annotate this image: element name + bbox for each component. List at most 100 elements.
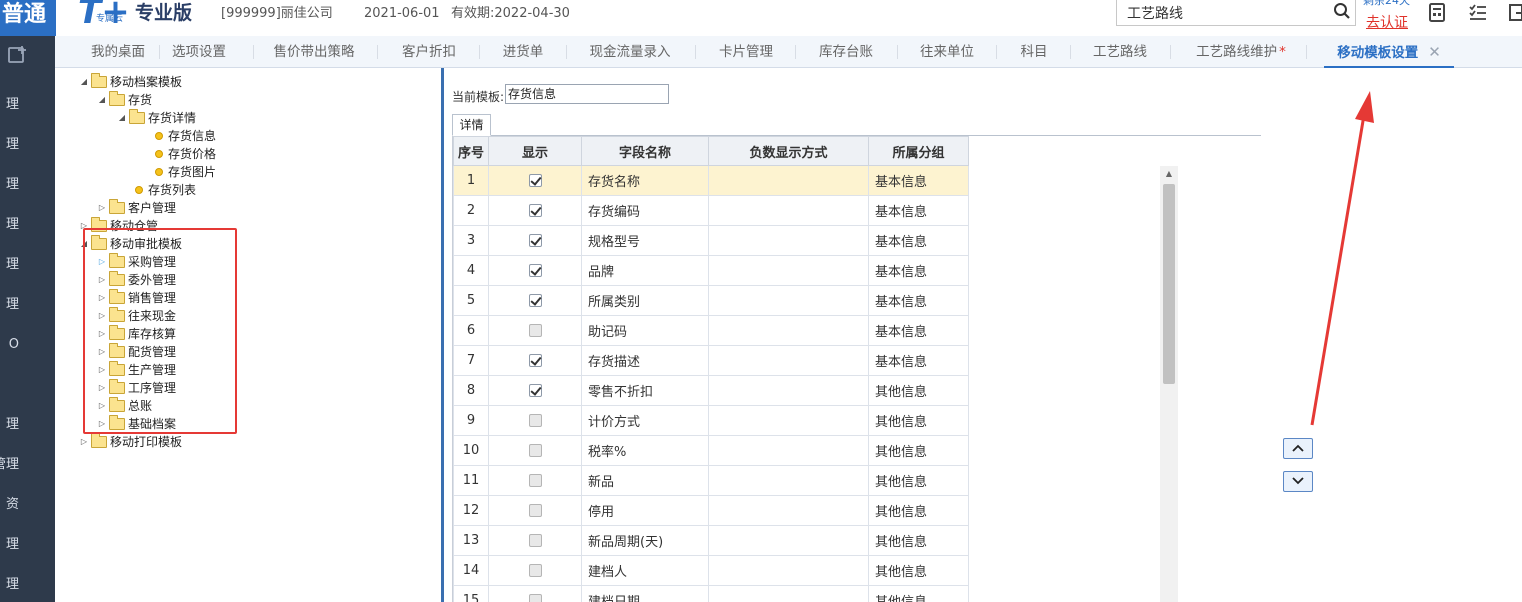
cell-show[interactable] [488, 165, 582, 196]
tree-node[interactable]: ◢ 存货详情 [117, 109, 196, 127]
show-checkbox[interactable] [528, 564, 542, 577]
show-checkbox[interactable] [528, 474, 542, 487]
sidebar-item[interactable]: 理 [0, 535, 55, 555]
cell-negative-display[interactable] [708, 315, 869, 346]
cell-show[interactable] [488, 195, 582, 226]
show-checkbox[interactable] [528, 234, 542, 247]
tab-process-route[interactable]: 工艺路线 [1090, 36, 1150, 68]
cell-negative-display[interactable] [708, 375, 869, 406]
move-up-button[interactable] [1283, 438, 1313, 459]
cell-negative-display[interactable] [708, 225, 869, 256]
scroll-up-arrow-icon[interactable]: ▲ [1160, 168, 1178, 180]
cell-negative-display[interactable] [708, 405, 869, 436]
expand-toggle-icon[interactable]: ▷ [97, 199, 107, 217]
certify-link[interactable]: 去认证 [1366, 12, 1408, 32]
sidebar-item[interactable]: 理 [0, 215, 55, 235]
tree-node[interactable]: ◢ 移动档案模板 [79, 73, 182, 91]
col-header-group[interactable]: 所属分组 [868, 136, 969, 166]
show-checkbox[interactable] [528, 264, 542, 277]
table-row[interactable]: 8 零售不折扣 其他信息 [453, 375, 969, 406]
cell-show[interactable] [488, 405, 582, 436]
tab-card-management[interactable]: 卡片管理 [716, 36, 776, 68]
cell-show[interactable] [488, 225, 582, 256]
show-checkbox[interactable] [528, 204, 542, 217]
sidebar-item[interactable]: 理 [0, 135, 55, 155]
exit-icon[interactable] [1508, 3, 1522, 23]
table-row[interactable]: 1 存货名称 基本信息 [453, 165, 969, 196]
col-header-no[interactable]: 序号 [453, 136, 489, 166]
table-row[interactable]: 10 税率% 其他信息 [453, 435, 969, 466]
cell-negative-display[interactable] [708, 585, 869, 602]
table-row[interactable]: 11 新品 其他信息 [453, 465, 969, 496]
show-checkbox[interactable] [528, 414, 542, 427]
sidebar-item[interactable]: 管理 [0, 455, 55, 475]
cell-negative-display[interactable] [708, 285, 869, 316]
show-checkbox[interactable] [528, 444, 542, 457]
sidebar-item[interactable]: 理 [0, 575, 55, 595]
col-header-show[interactable]: 显示 [488, 136, 582, 166]
sidebar-item[interactable]: 理 [0, 415, 55, 435]
show-checkbox[interactable] [528, 594, 542, 602]
tab-cashflow-entry[interactable]: 现金流量录入 [586, 36, 674, 68]
show-checkbox[interactable] [528, 294, 542, 307]
table-row[interactable]: 15 建档日期 其他信息 [453, 585, 969, 602]
sidebar-item[interactable]: 理 [0, 255, 55, 275]
cell-negative-display[interactable] [708, 345, 869, 376]
collapse-toggle-icon[interactable]: ◢ [97, 91, 107, 109]
search-icon[interactable] [1333, 2, 1351, 20]
show-checkbox[interactable] [528, 354, 542, 367]
cell-negative-display[interactable] [708, 165, 869, 196]
tab-process-route-maintenance[interactable]: 工艺路线维护 * [1192, 36, 1290, 68]
show-checkbox[interactable] [528, 384, 542, 397]
table-row[interactable]: 6 助记码 基本信息 [453, 315, 969, 346]
expand-toggle-icon[interactable]: ▷ [79, 433, 89, 451]
close-icon[interactable]: ✕ [1428, 43, 1441, 61]
cell-show[interactable] [488, 495, 582, 526]
table-row[interactable]: 3 规格型号 基本信息 [453, 225, 969, 256]
tree-leaf[interactable]: 存货信息 [153, 127, 216, 145]
move-down-button[interactable] [1283, 471, 1313, 492]
collapse-toggle-icon[interactable]: ◢ [79, 73, 89, 91]
cell-show[interactable] [488, 375, 582, 406]
cell-negative-display[interactable] [708, 255, 869, 286]
tree-leaf[interactable]: 存货列表 [133, 181, 196, 199]
tab-purchase-order[interactable]: 进货单 [500, 36, 546, 68]
cell-show[interactable] [488, 285, 582, 316]
table-row[interactable]: 12 停用 其他信息 [453, 495, 969, 526]
cell-show[interactable] [488, 465, 582, 496]
cell-negative-display[interactable] [708, 195, 869, 226]
show-checkbox[interactable] [528, 534, 542, 547]
tab-inventory-ledger[interactable]: 库存台账 [816, 36, 876, 68]
cell-negative-display[interactable] [708, 495, 869, 526]
tree-node[interactable]: ▷ 客户管理 [97, 199, 176, 217]
collapse-toggle-icon[interactable]: ◢ [117, 109, 127, 127]
cell-negative-display[interactable] [708, 465, 869, 496]
cell-show[interactable] [488, 525, 582, 556]
cell-negative-display[interactable] [708, 435, 869, 466]
checklist-icon[interactable] [1468, 3, 1488, 23]
cell-show[interactable] [488, 555, 582, 586]
tree-leaf[interactable]: 存货图片 [153, 163, 216, 181]
tree-node[interactable]: ▷ 移动打印模板 [79, 433, 182, 451]
sidebar-item[interactable]: 理 [0, 175, 55, 195]
grid-scrollbar[interactable]: ▲ [1160, 166, 1178, 602]
scrollbar-thumb[interactable] [1163, 184, 1175, 384]
current-template-field[interactable]: 存货信息 [505, 84, 669, 104]
tree-leaf[interactable]: 存货价格 [153, 145, 216, 163]
cell-show[interactable] [488, 255, 582, 286]
cell-negative-display[interactable] [708, 525, 869, 556]
table-row[interactable]: 7 存货描述 基本信息 [453, 345, 969, 376]
calculator-icon[interactable] [1427, 3, 1447, 23]
table-row[interactable]: 5 所属类别 基本信息 [453, 285, 969, 316]
table-row[interactable]: 4 品牌 基本信息 [453, 255, 969, 286]
sidebar-item[interactable]: 理 [0, 95, 55, 115]
tab-my-desktop[interactable]: 我的桌面 [88, 36, 148, 68]
tab-accounts[interactable]: 科目 [1018, 36, 1050, 68]
sidebar-item[interactable]: O [0, 335, 55, 355]
tab-price-strategy[interactable]: 售价带出策略 [270, 36, 358, 68]
sidebar-item[interactable]: 理 [0, 295, 55, 315]
table-row[interactable]: 13 新品周期(天) 其他信息 [453, 525, 969, 556]
cell-negative-display[interactable] [708, 555, 869, 586]
col-header-negative[interactable]: 负数显示方式 [708, 136, 869, 166]
show-checkbox[interactable] [528, 324, 542, 337]
